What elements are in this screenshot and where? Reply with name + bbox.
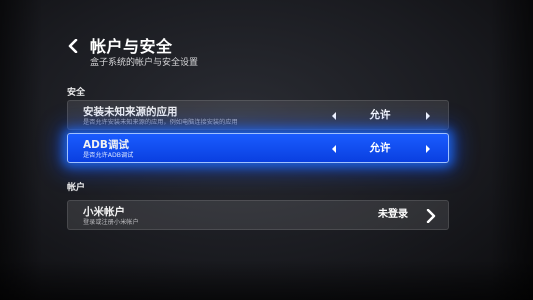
triangle-left-icon[interactable] bbox=[330, 143, 338, 155]
page-subtitle: 盒子系统的帐户与安全设置 bbox=[90, 58, 199, 68]
setting-row-mi-account[interactable]: 小米帐户 登录或注册小米帐户 未登录 bbox=[67, 200, 449, 230]
setting-description: 是否允许ADB调试 bbox=[83, 152, 134, 159]
chevron-left-icon[interactable] bbox=[68, 39, 80, 53]
bottom-fade bbox=[0, 260, 533, 300]
section-label-security: 安全 bbox=[67, 88, 86, 98]
setting-description: 是否允许安装未知来源的应用，例如电脑连接安装的应用 bbox=[83, 119, 238, 126]
triangle-right-icon[interactable] bbox=[424, 110, 432, 122]
page-header: 帐户与安全 盒子系统的帐户与安全设置 bbox=[68, 37, 198, 69]
setting-title: 安装未知来源的应用 bbox=[83, 106, 178, 118]
setting-value: 允许 bbox=[369, 142, 391, 154]
page-title: 帐户与安全 bbox=[90, 37, 173, 56]
setting-value: 允许 bbox=[369, 109, 391, 121]
chevron-right-icon[interactable] bbox=[426, 209, 436, 223]
setting-row-unknown-sources[interactable]: 安装未知来源的应用 是否允许安装未知来源的应用，例如电脑连接安装的应用 允许 bbox=[67, 100, 449, 130]
setting-description: 登录或注册小米帐户 bbox=[83, 219, 139, 226]
setting-row-adb-debugging[interactable]: ADB调试 是否允许ADB调试 允许 bbox=[67, 133, 449, 163]
triangle-left-icon[interactable] bbox=[330, 110, 338, 122]
setting-title: 小米帐户 bbox=[83, 206, 125, 218]
section-label-account: 帐户 bbox=[67, 183, 86, 193]
setting-title: ADB调试 bbox=[83, 139, 129, 151]
setting-value: 未登录 bbox=[378, 209, 408, 220]
triangle-right-icon[interactable] bbox=[424, 143, 432, 155]
